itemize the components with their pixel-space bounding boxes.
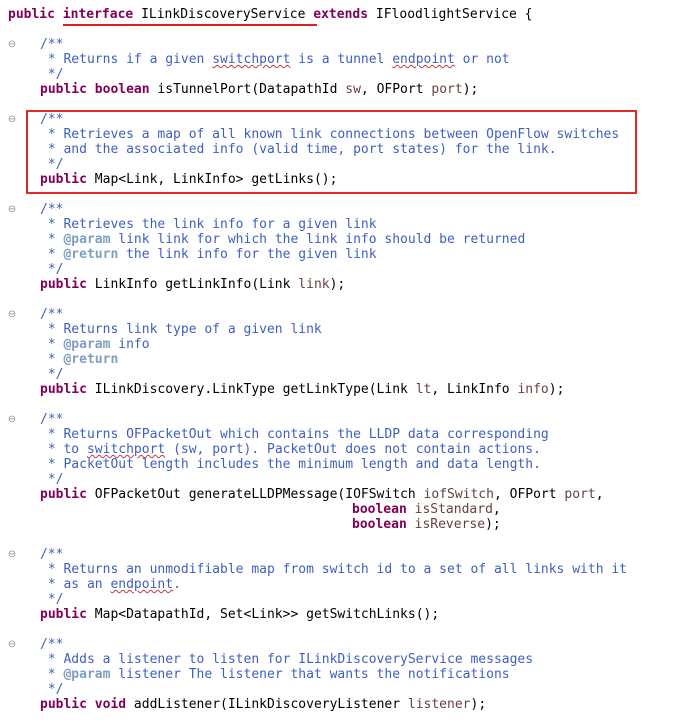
fold-minus-icon[interactable]: ⊖ (6, 637, 18, 652)
comment-line: /** (40, 37, 64, 52)
comment-line: * @return the link info for the given li… (40, 247, 377, 262)
method-signature-isTunnelPort: public boolean isTunnelPort(DatapathId s… (40, 82, 479, 97)
comment-line: * @return (40, 352, 119, 367)
keyword-interface: interface (62, 7, 134, 22)
comment-line: * and the associated info (valid time, p… (40, 142, 557, 157)
comment-line: * Retrieves the link info for a given li… (40, 217, 377, 232)
comment-line: */ (40, 367, 64, 382)
fold-minus-icon[interactable]: ⊖ (6, 307, 18, 322)
comment-line: * Returns if a given switchport is a tun… (40, 52, 510, 67)
method-param-continuation: boolean isReverse); (352, 517, 501, 532)
comment-line: */ (40, 67, 64, 82)
method-signature-generateLLDPMessage: public OFPacketOut generateLLDPMessage(I… (40, 487, 604, 502)
fold-minus-icon[interactable]: ⊖ (6, 37, 18, 52)
comment-line: * Returns link type of a given link (40, 322, 322, 337)
interface-declaration: public interface ILinkDiscoveryService e… (8, 7, 532, 22)
comment-line: /** (40, 412, 64, 427)
method-signature-addListener: public void addListener(ILinkDiscoveryLi… (40, 697, 487, 712)
comment-line: */ (40, 262, 64, 277)
comment-line: * @param link link for which the link in… (40, 232, 526, 247)
comment-line: /** (40, 547, 64, 562)
comment-line: /** (40, 202, 64, 217)
fold-minus-icon[interactable]: ⊖ (6, 547, 18, 562)
method-signature-getLinks: public Map<Link, LinkInfo> getLinks(); (40, 172, 338, 187)
comment-line: * Adds a listener to listen for ILinkDis… (40, 652, 534, 667)
comment-line: */ (40, 592, 64, 607)
comment-line: * as an endpoint. (40, 577, 181, 592)
comment-line: * PacketOut length includes the minimum … (40, 457, 541, 472)
red-underline-annotation (63, 24, 317, 26)
fold-minus-icon[interactable]: ⊖ (6, 412, 18, 427)
comment-line: * to switchport (sw, port). PacketOut do… (40, 442, 541, 457)
comment-line: */ (40, 682, 64, 697)
code-editor[interactable]: public interface ILinkDiscoveryService e… (0, 0, 677, 726)
comment-line: * @param listener The listener that want… (40, 667, 510, 682)
method-signature-getLinkType: public ILinkDiscovery.LinkType getLinkTy… (40, 382, 565, 397)
comment-line: */ (40, 472, 64, 487)
method-param-continuation: boolean isStandard, (352, 502, 501, 517)
method-signature-getSwitchLinks: public Map<DatapathId, Set<Link>> getSwi… (40, 607, 440, 622)
comment-line: * Returns OFPacketOut which contains the… (40, 427, 549, 442)
comment-line: * Retrieves a map of all known link conn… (40, 127, 620, 142)
comment-line: /** (40, 637, 64, 652)
method-signature-getLinkInfo: public LinkInfo getLinkInfo(Link link); (40, 277, 346, 292)
comment-line: */ (40, 157, 64, 172)
keyword-public: public (8, 7, 55, 22)
parent-interface: IFloodlightService { (375, 7, 533, 22)
interface-name: ILinkDiscoveryService (141, 7, 306, 22)
comment-line: /** (40, 307, 64, 322)
comment-line: * @param info (40, 337, 150, 352)
comment-line: /** (40, 112, 64, 127)
keyword-extends: extends (313, 7, 369, 22)
fold-minus-icon[interactable]: ⊖ (6, 112, 18, 127)
fold-minus-icon[interactable]: ⊖ (6, 202, 18, 217)
comment-line: * Returns an unmodifiable map from switc… (40, 562, 627, 577)
